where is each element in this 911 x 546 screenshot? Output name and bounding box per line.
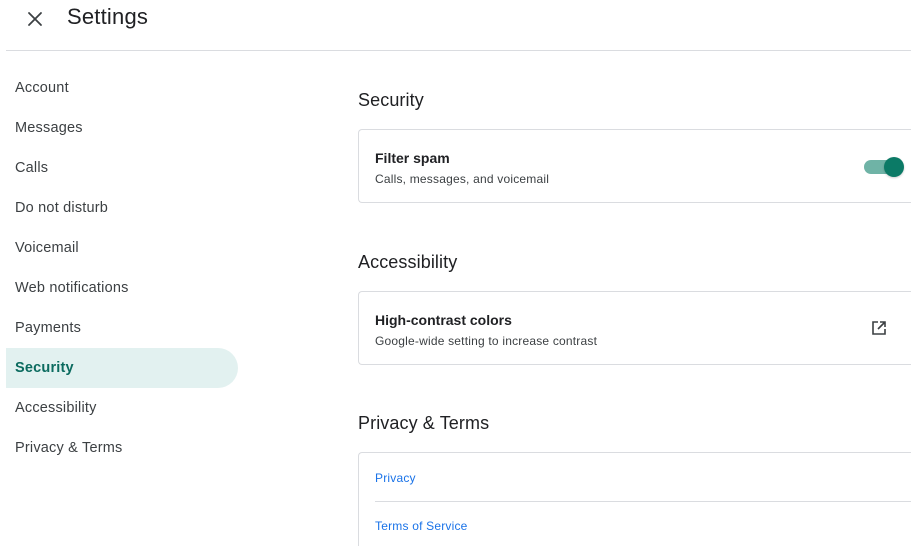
sidebar-item-calls[interactable]: Calls — [0, 148, 240, 188]
sidebar: Account Messages Calls Do not disturb Vo… — [0, 68, 240, 468]
open-in-new-icon — [872, 321, 886, 335]
section-title-security: Security — [358, 90, 424, 110]
settings-page: Settings Account Messages Calls Do not d… — [0, 0, 911, 546]
toggle-thumb — [884, 157, 904, 177]
sidebar-item-web-notifications[interactable]: Web notifications — [0, 268, 240, 308]
page-title: Settings — [67, 4, 149, 29]
security-card: Filter spam Calls, messages, and voicema… — [358, 129, 911, 203]
sidebar-item-accessibility[interactable]: Accessibility — [0, 388, 240, 428]
filter-spam-subtitle: Calls, messages, and voicemail — [375, 172, 550, 186]
sidebar-item-do-not-disturb[interactable]: Do not disturb — [0, 188, 240, 228]
sidebar-item-payments[interactable]: Payments — [0, 308, 240, 348]
sidebar-item-voicemail[interactable]: Voicemail — [0, 228, 240, 268]
sidebar-item-security[interactable]: Security — [6, 348, 238, 388]
header: Settings — [0, 0, 911, 50]
row-divider — [375, 501, 911, 502]
filter-spam-toggle[interactable] — [864, 156, 904, 177]
sidebar-item-account[interactable]: Account — [0, 68, 240, 108]
accessibility-card[interactable]: High-contrast colors Google-wide setting… — [358, 291, 911, 365]
terms-of-service-link[interactable]: Terms of Service — [375, 519, 468, 533]
sidebar-item-messages[interactable]: Messages — [0, 108, 240, 148]
close-icon — [28, 12, 42, 26]
close-button[interactable] — [22, 6, 48, 32]
sidebar-item-privacy-terms[interactable]: Privacy & Terms — [0, 428, 240, 468]
high-contrast-title: High-contrast colors — [375, 312, 512, 328]
filter-spam-title: Filter spam — [375, 150, 450, 166]
open-in-new-button[interactable] — [869, 318, 889, 338]
high-contrast-subtitle: Google-wide setting to increase contrast — [375, 334, 598, 348]
privacy-link[interactable]: Privacy — [375, 471, 416, 485]
header-divider — [6, 50, 911, 51]
privacy-card: Privacy Terms of Service — [358, 452, 911, 546]
section-title-privacy-terms: Privacy & Terms — [358, 413, 490, 433]
section-title-accessibility: Accessibility — [358, 252, 458, 272]
